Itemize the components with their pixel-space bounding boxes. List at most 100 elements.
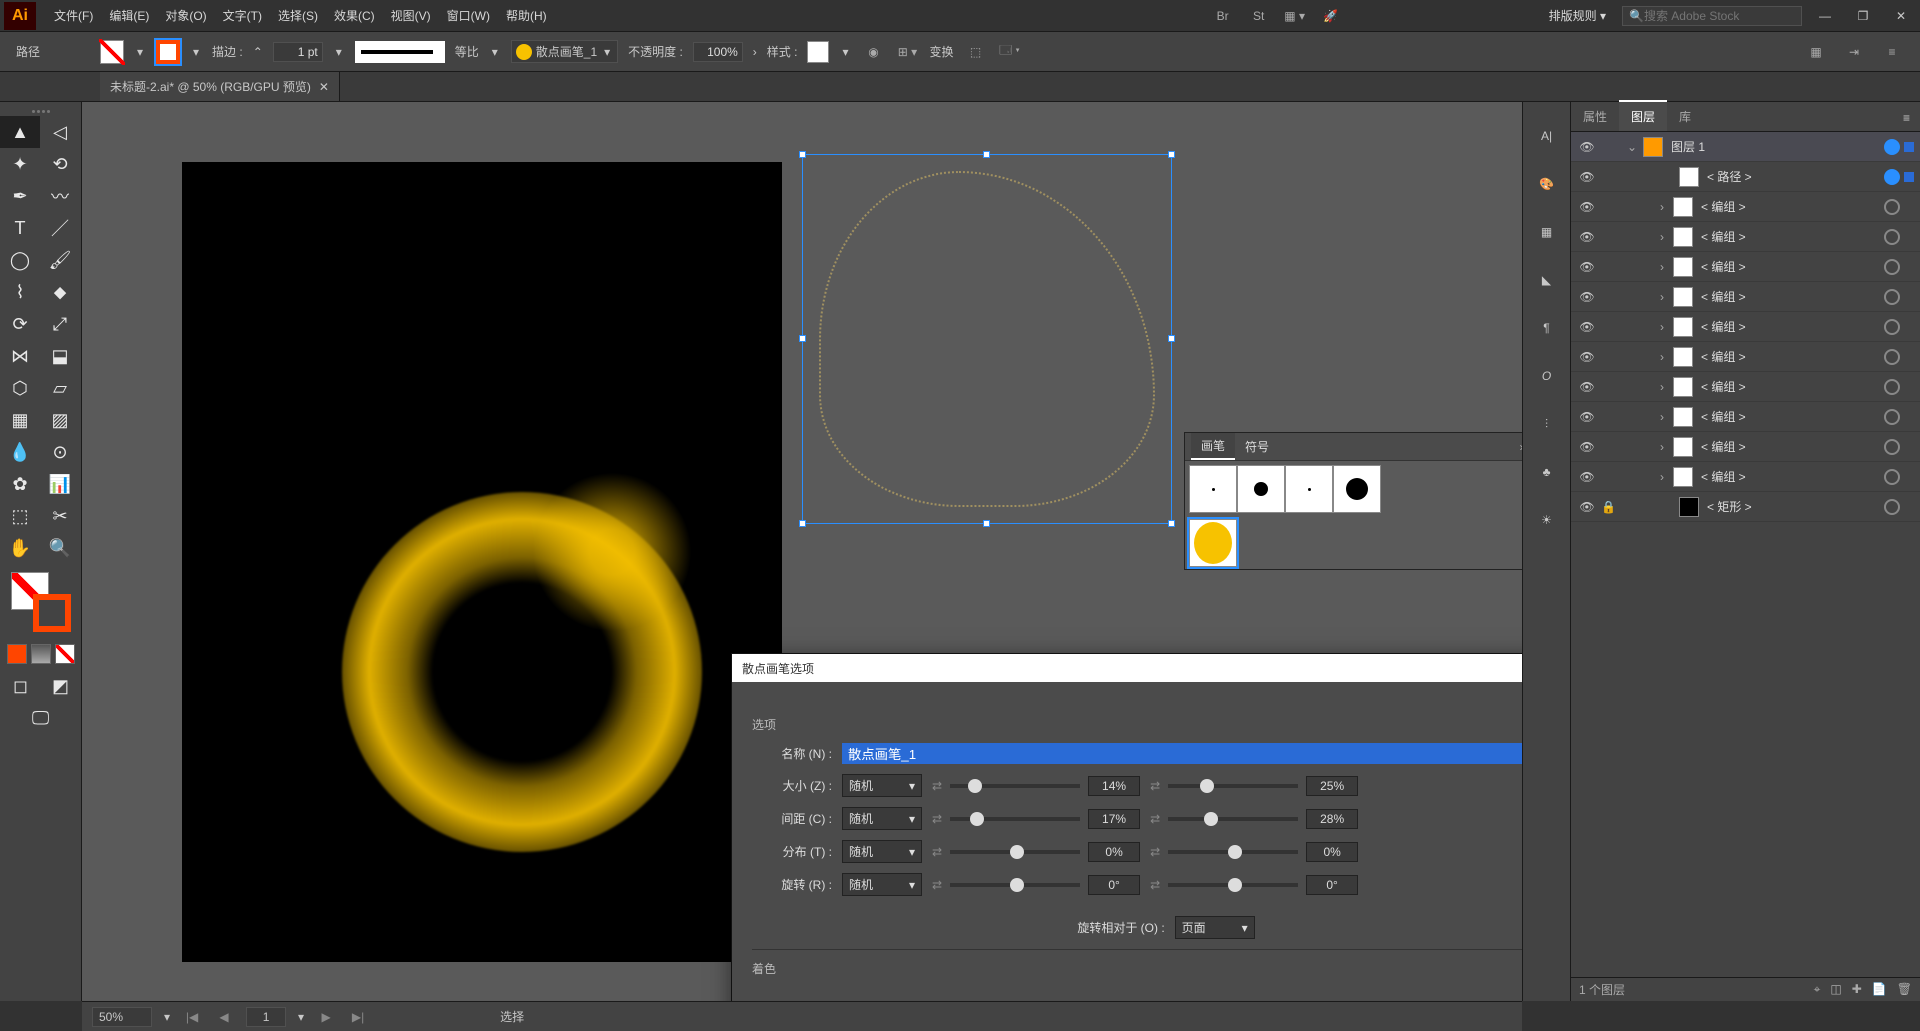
slider-max[interactable] [1168,883,1298,887]
target-icon[interactable] [1884,409,1900,425]
target-icon[interactable] [1884,139,1900,155]
stroke-swatch[interactable] [156,40,180,64]
layer-name[interactable]: < 编组 > [1697,318,1880,335]
tab-layers[interactable]: 图层 [1619,100,1667,131]
next-artboard-button[interactable]: ▶ [316,1010,336,1024]
symbol-sprayer-tool[interactable]: ✿ [0,468,40,500]
value-min[interactable]: 0° [1088,875,1140,895]
type-tool[interactable]: T [0,212,40,244]
opacity-input[interactable]: 100% [693,42,743,62]
close-window-button[interactable]: ✕ [1886,6,1916,26]
visibility-toggle[interactable]: 👁 [1577,380,1597,394]
brush-thumb[interactable] [1285,465,1333,513]
lock-toggle[interactable]: 🔒 [1601,500,1621,514]
menu-select[interactable]: 选择(S) [270,1,326,30]
none-mode-button[interactable] [55,644,75,664]
isolate-icon[interactable]: 🗔 ▾ [997,40,1021,64]
fill-stroke-control[interactable] [11,572,71,632]
slider-min[interactable] [950,784,1080,788]
fill-dropdown-icon[interactable]: ▾ [134,45,146,59]
toolbox-stroke[interactable] [33,594,71,632]
direct-selection-tool[interactable]: ◁ [40,116,80,148]
line-tool[interactable]: ／ [40,212,80,244]
link-icon[interactable]: ⇄ [932,812,942,826]
layer-name[interactable]: < 编组 > [1697,348,1880,365]
delete-layer-icon[interactable]: 🗑 [1897,982,1912,997]
tab-properties[interactable]: 属性 [1571,102,1619,131]
swatches-panel-icon[interactable]: ▦ [1533,218,1561,246]
layer-name[interactable]: < 矩形 > [1703,498,1880,515]
layer-name[interactable]: < 编组 > [1697,258,1880,275]
expand-toggle[interactable]: › [1655,200,1669,214]
magic-wand-tool[interactable]: ✦ [0,148,40,180]
handle-bl[interactable] [799,520,806,527]
selected-path-bounds[interactable] [802,154,1172,524]
graph-tool[interactable]: 📊 [40,468,80,500]
layer-row[interactable]: 👁 › < 编组 > [1571,402,1920,432]
visibility-toggle[interactable]: 👁 [1577,140,1597,154]
visibility-toggle[interactable]: 👁 [1577,500,1597,514]
profile-dropdown-icon[interactable]: ▾ [489,45,501,59]
selection-tool[interactable]: ▲ [0,116,40,148]
layers-panel-menu-icon[interactable]: ≡ [1893,105,1920,131]
link-icon[interactable]: ⇄ [932,779,942,793]
handle-ml[interactable] [799,335,806,342]
target-icon[interactable] [1884,349,1900,365]
minimize-button[interactable]: — [1810,6,1840,26]
target-icon[interactable] [1884,289,1900,305]
color-panel-icon[interactable]: 🎨 [1533,170,1561,198]
opentype-panel-icon[interactable]: O [1533,362,1561,390]
visibility-toggle[interactable]: 👁 [1577,230,1597,244]
menu-edit[interactable]: 编辑(E) [101,1,157,30]
layer-row[interactable]: 👁 › < 编组 > [1571,222,1920,252]
artboard-number-input[interactable]: 1 [246,1007,286,1027]
gradient-tool[interactable]: ▨ [40,404,80,436]
target-icon[interactable] [1884,319,1900,335]
canvas[interactable]: 画笔 符号 ›› | ≡ 散点画笔选项 选项 [82,102,1522,1001]
slider-max[interactable] [1168,817,1298,821]
perspective-tool[interactable]: ▱ [40,372,80,404]
layer-row[interactable]: 👁 < 路径 > [1571,162,1920,192]
menu-help[interactable]: 帮助(H) [498,1,555,30]
tab-symbols[interactable]: 符号 [1235,434,1279,459]
stroke-dropdown-icon[interactable]: ▾ [190,45,202,59]
toolbox-handle-icon[interactable] [0,106,81,116]
artboard-dropdown-icon[interactable]: ▾ [298,1010,304,1024]
zoom-dropdown-icon[interactable]: ▾ [164,1010,170,1024]
shape-icon[interactable]: ⬚ [963,40,987,64]
menu-type[interactable]: 文字(T) [215,1,270,30]
snap-icon[interactable]: ⇥ [1842,40,1866,64]
mode-select[interactable]: 随机▾ [842,840,922,863]
layer-row[interactable]: 👁 › < 编组 > [1571,312,1920,342]
draw-normal-icon[interactable]: ◻ [1,670,41,702]
target-icon[interactable] [1884,199,1900,215]
panel-menu-icon[interactable]: ≡ [1880,40,1904,64]
bridge-icon[interactable]: Br [1209,4,1237,28]
eyedropper-tool[interactable]: 💧 [0,436,40,468]
profile-preview[interactable] [355,41,445,63]
brush-thumb-selected[interactable] [1189,519,1237,567]
brush-definition[interactable]: 散点画笔_1 ▾ [511,40,618,63]
layer-row[interactable]: 👁 › < 编组 > [1571,342,1920,372]
value-max[interactable]: 25% [1306,776,1358,796]
layout-rules-dropdown[interactable]: 排版规则 ▾ [1541,1,1614,30]
visibility-toggle[interactable]: 👁 [1577,290,1597,304]
layer-name[interactable]: < 编组 > [1697,468,1880,485]
draw-behind-icon[interactable]: ◩ [41,670,81,702]
opacity-dropdown-icon[interactable]: › [753,45,757,59]
shape-builder-tool[interactable]: ⬡ [0,372,40,404]
slider-min[interactable] [950,817,1080,821]
target-icon[interactable] [1884,169,1900,185]
value-min[interactable]: 17% [1088,809,1140,829]
target-icon[interactable] [1884,229,1900,245]
stock-search[interactable]: 🔍 [1622,6,1802,26]
expand-toggle[interactable]: › [1655,470,1669,484]
gpu-icon[interactable]: 🚀 [1317,4,1345,28]
slider-min[interactable] [950,850,1080,854]
slider-min[interactable] [950,883,1080,887]
link-icon[interactable]: ⇄ [1150,845,1160,859]
style-dropdown-icon[interactable]: ▾ [839,45,851,59]
layer-name[interactable]: 图层 1 [1667,138,1880,155]
free-transform-tool[interactable]: ⬓ [40,340,80,372]
gradient-panel-icon[interactable]: ◣ [1533,266,1561,294]
